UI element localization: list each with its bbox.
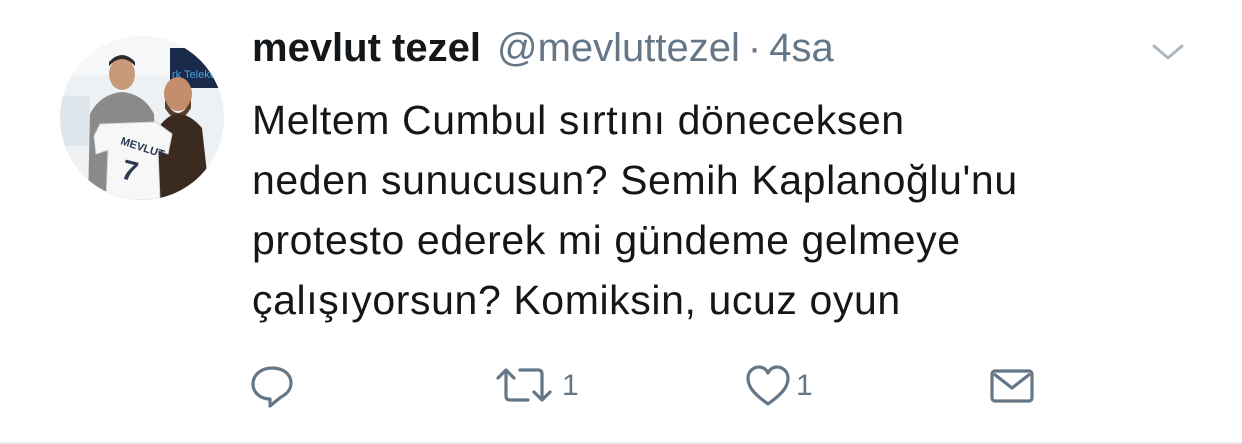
retweet-count: 1 <box>562 369 579 402</box>
author-handle[interactable]: @mevluttezel <box>497 26 740 71</box>
tweet-timestamp[interactable]: 4sa <box>769 26 834 71</box>
heart-icon <box>746 365 790 406</box>
retweet-icon <box>496 368 552 402</box>
reply-button[interactable] <box>248 356 300 416</box>
tweet-text: Meltem Cumbul sırtını döneceksen neden s… <box>252 90 1212 330</box>
tweet-menu-button[interactable] <box>1148 38 1188 66</box>
avatar[interactable]: rk Telekom MEVLUT 7 <box>60 36 224 200</box>
chevron-down-icon <box>1152 44 1184 60</box>
like-button[interactable]: 1 <box>744 356 813 416</box>
direct-message-button[interactable] <box>988 356 1036 416</box>
avatar-photo: rk Telekom MEVLUT 7 <box>60 36 224 200</box>
tweet-text-line: protesto ederek mi gündeme gelmeye <box>252 217 961 263</box>
author-name[interactable]: mevlut tezel <box>252 26 481 71</box>
tweet-text-line: neden sunucusun? Semih Kaplanoğlu'nu <box>252 157 1018 203</box>
tweet-card[interactable]: rk Telekom MEVLUT 7 mevlut tezel @mevlut… <box>0 0 1242 444</box>
reply-icon <box>251 366 293 408</box>
tweet-text-line: Meltem Cumbul sırtını döneceksen <box>252 97 905 143</box>
tweet-actions: 1 1 <box>0 356 1242 416</box>
tweet-text-line: çalışıyorsun? Komiksin, ucuz oyun <box>252 277 901 323</box>
tweet-header: mevlut tezel @mevluttezel · 4sa <box>252 26 834 82</box>
separator-dot: · <box>747 26 762 70</box>
like-count: 1 <box>796 369 813 402</box>
retweet-button[interactable]: 1 <box>494 356 579 416</box>
envelope-icon <box>990 369 1034 403</box>
